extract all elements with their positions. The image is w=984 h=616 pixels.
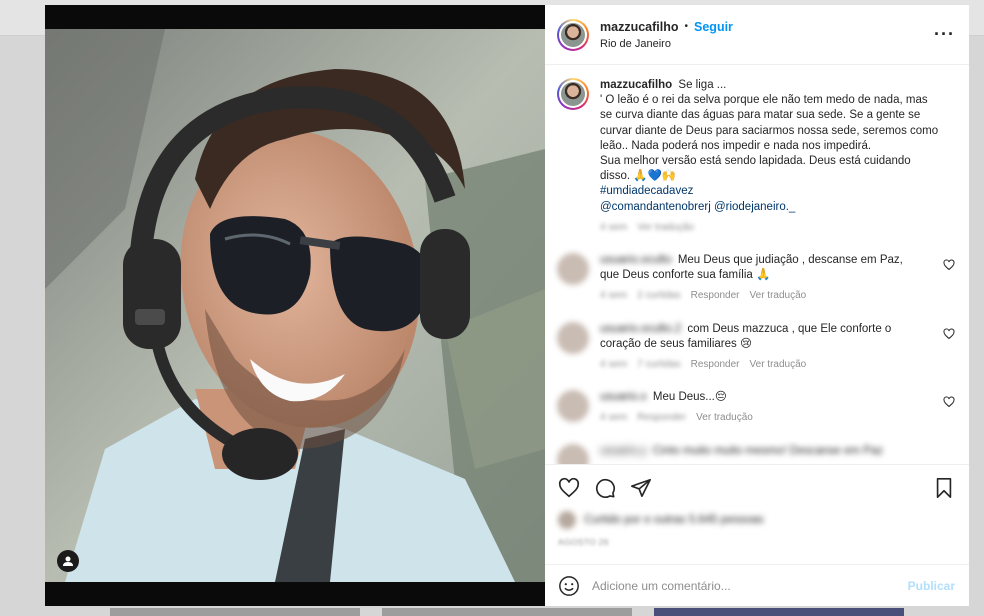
- reply-button[interactable]: Responder: [691, 288, 740, 303]
- emoji-icon[interactable]: [558, 575, 580, 597]
- avatar[interactable]: [557, 321, 589, 354]
- caption-hashtag[interactable]: #umdiadecadavez: [600, 184, 940, 199]
- comments-list[interactable]: mazzucafilho Se liga ... ' O leão é o re…: [545, 66, 969, 464]
- heart-icon[interactable]: [943, 396, 955, 408]
- post-media[interactable]: [45, 5, 545, 606]
- comment-item: usuario.oculto Meu Deus que judiação , d…: [557, 253, 955, 304]
- comment-time[interactable]: 4 sem: [600, 410, 627, 425]
- comment-text: Meu Deus...😔: [652, 391, 727, 404]
- caption-text: ' O leão é o rei da selva porque ele não…: [600, 94, 939, 152]
- caption-username[interactable]: mazzucafilho: [600, 79, 672, 91]
- comment-time[interactable]: 4 sem: [600, 357, 627, 372]
- post-caption: mazzucafilho Se liga ... ' O leão é o re…: [557, 78, 955, 235]
- comment-item: usuario.oculto.2 com Deus mazzuca , que …: [557, 321, 955, 373]
- reply-button[interactable]: Responder: [691, 357, 740, 372]
- comment-username[interactable]: usuario.oculto.2: [600, 323, 681, 335]
- selfie-illustration: [45, 29, 545, 582]
- caption-time[interactable]: 4 sem: [600, 220, 627, 235]
- reply-button[interactable]: Responder: [637, 410, 686, 425]
- add-comment-bar: Publicar: [545, 564, 969, 606]
- grid-tile: [654, 608, 904, 616]
- comment-username[interactable]: usuario.oculto: [600, 254, 672, 266]
- avatar[interactable]: [557, 78, 589, 110]
- avatar[interactable]: [557, 390, 589, 423]
- grid-tile: [110, 608, 360, 616]
- comment-username[interactable]: usuario.y: [600, 445, 647, 457]
- post-actions: Curtido por e outras 5.645 pessoas AGOST…: [545, 464, 969, 572]
- comment-text: Cinto muito muito mesmo! Descanse em Paz: [652, 444, 883, 457]
- comment-likes[interactable]: 2 curtidas: [637, 288, 680, 303]
- translate-link[interactable]: Ver tradução: [750, 288, 807, 303]
- avatar[interactable]: [557, 18, 589, 51]
- post-date[interactable]: AGOSTO 26: [558, 537, 955, 547]
- follow-button[interactable]: Seguir: [694, 20, 733, 34]
- likes-summary[interactable]: Curtido por e outras 5.645 pessoas: [558, 511, 955, 529]
- comment-time[interactable]: 4 sem: [600, 288, 627, 303]
- caption-translate[interactable]: Ver tradução: [637, 220, 694, 235]
- post-location[interactable]: Rio de Janeiro: [600, 38, 934, 50]
- comment-input[interactable]: [592, 578, 908, 593]
- post-header: mazzucafilho • Seguir Rio de Janeiro ···: [545, 5, 969, 65]
- comment-item: usuario.y Cinto muito muito mesmo! Desca…: [557, 443, 955, 464]
- comment-username[interactable]: usuario.x: [600, 391, 647, 403]
- caption-mentions[interactable]: @comandantenobrerj @riodejaneiro._: [600, 200, 940, 215]
- author-username[interactable]: mazzucafilho: [600, 20, 679, 34]
- comment-item: usuario.x Meu Deus...😔 4 sem Responder V…: [557, 390, 955, 425]
- user-icon: [63, 556, 73, 566]
- publish-button[interactable]: Publicar: [908, 579, 955, 593]
- translate-link[interactable]: Ver tradução: [696, 410, 753, 425]
- grid-tile: [382, 608, 632, 616]
- heart-icon[interactable]: [943, 259, 955, 271]
- post-modal: mazzucafilho • Seguir Rio de Janeiro ···…: [45, 5, 969, 606]
- liker-avatar: [558, 511, 576, 529]
- translate-link[interactable]: Ver tradução: [750, 357, 807, 372]
- likes-text: Curtido por e outras 5.645 pessoas: [584, 514, 764, 526]
- comment-likes[interactable]: 7 curtidas: [637, 357, 680, 372]
- like-heart-icon[interactable]: [558, 477, 580, 499]
- bookmark-icon[interactable]: [933, 477, 955, 499]
- post-side-panel: mazzucafilho • Seguir Rio de Janeiro ···…: [545, 5, 969, 606]
- comment-bubble-icon[interactable]: [594, 477, 616, 499]
- tagged-user-button[interactable]: [57, 550, 79, 572]
- avatar[interactable]: [557, 253, 589, 286]
- more-horizontal-icon[interactable]: ···: [934, 24, 955, 45]
- caption-first-line: Se liga ...: [678, 79, 727, 91]
- share-paper-plane-icon[interactable]: [630, 477, 652, 499]
- post-photo: [45, 29, 545, 582]
- separator-dot: •: [684, 21, 689, 32]
- heart-icon[interactable]: [943, 328, 955, 340]
- caption-text-2: Sua melhor versão está sendo lapidada. D…: [600, 155, 911, 183]
- avatar[interactable]: [557, 443, 589, 464]
